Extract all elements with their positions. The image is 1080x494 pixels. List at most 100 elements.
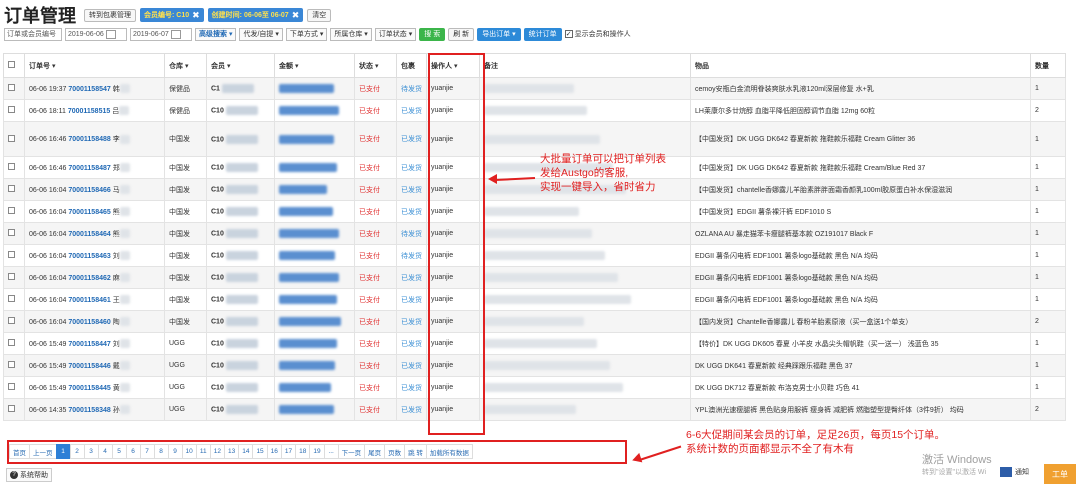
checkbox[interactable] bbox=[8, 361, 15, 368]
page-button-3[interactable]: 3 bbox=[83, 444, 99, 459]
order-status-dropdown[interactable]: 订单状态 ▾ bbox=[374, 27, 417, 41]
page-button-13[interactable]: 13 bbox=[223, 444, 240, 459]
package-cell[interactable]: 已发货 bbox=[396, 376, 427, 399]
row-select-cell[interactable] bbox=[3, 398, 25, 421]
calendar-icon[interactable] bbox=[170, 29, 181, 39]
pager-button[interactable]: 首页 bbox=[9, 444, 30, 459]
row-select-cell[interactable] bbox=[3, 354, 25, 377]
calendar-icon[interactable] bbox=[105, 29, 116, 39]
order-no-cell[interactable]: 06-06 19:37 70001158547 韩 bbox=[24, 77, 165, 100]
order-no-cell[interactable]: 06-06 15:49 70001158447 刘 bbox=[24, 332, 165, 355]
advanced-search-dropdown[interactable]: 高级搜索 ▾ bbox=[195, 27, 237, 41]
page-button-2[interactable]: 2 bbox=[69, 444, 85, 459]
table-row[interactable]: 06-06 15:49 70001158445 黄 UGG C10 已支付 已发货 yua… bbox=[3, 376, 1066, 399]
package-cell[interactable]: 已发货 bbox=[396, 310, 427, 333]
warehouse-dropdown[interactable]: 所属仓库 ▾ bbox=[330, 27, 372, 41]
pager-button[interactable]: 加载所有数据 bbox=[425, 444, 473, 459]
checkbox[interactable] bbox=[8, 317, 15, 324]
checkbox-checked-icon[interactable]: ✓ bbox=[564, 30, 573, 38]
order-number-link[interactable]: 70001158463 bbox=[68, 253, 110, 260]
row-select-cell[interactable] bbox=[3, 332, 25, 355]
checkbox[interactable] bbox=[8, 207, 15, 214]
table-row[interactable]: 06-06 16:04 70001158463 刘中国发 C10 已支付 待发货 yua… bbox=[3, 244, 1066, 267]
page-button-17[interactable]: 17 bbox=[280, 444, 297, 459]
order-number-link[interactable]: 70001158446 bbox=[68, 363, 110, 370]
table-row[interactable]: 06-06 18:11 70001158515 吕保健品 C10 已支付 已发货 yua… bbox=[3, 99, 1066, 122]
checkbox[interactable] bbox=[8, 273, 15, 280]
member-filter-chip[interactable]: 会员编号: C10 ✖ bbox=[140, 8, 204, 22]
checkbox[interactable] bbox=[8, 61, 15, 68]
refresh-button[interactable]: 刷 新 bbox=[448, 27, 475, 41]
order-number-link[interactable]: 70001158465 bbox=[68, 209, 110, 216]
order-number-link[interactable]: 70001158447 bbox=[68, 341, 110, 348]
checkbox[interactable] bbox=[8, 84, 15, 91]
page-button-4[interactable]: 4 bbox=[97, 444, 113, 459]
table-row[interactable]: 06-06 16:04 70001158461 王中国发 C10 已支付 已发货 yua… bbox=[3, 288, 1066, 311]
checkbox[interactable] bbox=[8, 229, 15, 236]
page-button-19[interactable]: 19 bbox=[309, 444, 325, 459]
table-row[interactable]: 06-06 15:49 70001158446 戴 UGG C10 已支付 已发货 yua… bbox=[3, 354, 1066, 377]
page-button-11[interactable]: 11 bbox=[195, 444, 211, 459]
package-cell[interactable]: 已发货 bbox=[396, 121, 427, 157]
checkbox[interactable] bbox=[8, 383, 15, 390]
row-select-cell[interactable] bbox=[3, 222, 25, 245]
page-button-14[interactable]: 14 bbox=[238, 444, 254, 459]
pager-button[interactable]: 上一页 bbox=[29, 444, 57, 459]
page-button-12[interactable]: 12 bbox=[209, 444, 225, 459]
page-button-10[interactable]: 10 bbox=[181, 444, 197, 459]
table-row[interactable]: 06-06 14:35 70001158348 孙 UGG C10 已支付 已发货 yua… bbox=[3, 398, 1066, 421]
work-order-button[interactable]: 工单 bbox=[1044, 464, 1076, 484]
col-status[interactable]: 状态 ▾ bbox=[354, 53, 397, 78]
page-button-5[interactable]: 5 bbox=[111, 444, 127, 459]
package-cell[interactable]: 待发货 bbox=[396, 244, 427, 267]
page-button-15[interactable]: 15 bbox=[252, 444, 268, 459]
order-number-link[interactable]: 70001158445 bbox=[68, 385, 110, 392]
checkbox[interactable] bbox=[8, 251, 15, 258]
table-row[interactable]: 06-06 15:49 70001158447 刘 UGG C10 已支付 已发货 yua… bbox=[3, 332, 1066, 355]
order-no-cell[interactable]: 06-06 16:04 70001158461 王 bbox=[24, 288, 165, 311]
checkbox[interactable] bbox=[8, 339, 15, 346]
order-number-link[interactable]: 70001158466 bbox=[68, 187, 110, 194]
page-button-6[interactable]: 6 bbox=[125, 444, 141, 459]
package-cell[interactable]: 已发货 bbox=[396, 266, 427, 289]
order-number-link[interactable]: 70001158515 bbox=[68, 108, 110, 115]
order-no-cell[interactable]: 06-06 16:04 70001158460 陶 bbox=[24, 310, 165, 333]
row-select-cell[interactable] bbox=[3, 178, 25, 201]
row-select-cell[interactable] bbox=[3, 121, 25, 157]
table-row[interactable]: 06-06 16:04 70001158465 熊中国发 C10 已支付 已发货 yua… bbox=[3, 200, 1066, 223]
row-select-cell[interactable] bbox=[3, 266, 25, 289]
package-cell[interactable]: 待发货 bbox=[396, 77, 427, 100]
package-cell[interactable]: 已发货 bbox=[396, 398, 427, 421]
page-button-18[interactable]: 18 bbox=[295, 444, 311, 459]
row-select-cell[interactable] bbox=[3, 99, 25, 122]
page-button-8[interactable]: 8 bbox=[153, 444, 169, 459]
table-row[interactable]: 06-06 16:04 70001158464 熊中国发 C10 已支付 待发货 yua… bbox=[3, 222, 1066, 245]
time-filter-chip[interactable]: 创建时间: 06-06至 06-07 ✖ bbox=[207, 8, 304, 22]
table-row[interactable]: 06-06 16:04 70001158462 麻中国发 C10 已支付 已发货 yua… bbox=[3, 266, 1066, 289]
table-row[interactable]: 06-06 16:46 70001158487 郑中国发 C10 已支付 已发货 yua… bbox=[3, 156, 1066, 179]
order-no-cell[interactable]: 06-06 16:04 70001158465 熊 bbox=[24, 200, 165, 223]
order-no-cell[interactable]: 06-06 16:04 70001158463 刘 bbox=[24, 244, 165, 267]
table-row[interactable]: 06-06 16:04 70001158460 陶中国发 C10 已支付 已发货 yua… bbox=[3, 310, 1066, 333]
checkbox[interactable] bbox=[8, 185, 15, 192]
package-cell[interactable]: 已发货 bbox=[396, 288, 427, 311]
order-no-cell[interactable]: 06-06 16:46 70001158488 李 bbox=[24, 121, 165, 157]
delivery-type-dropdown[interactable]: 代发/自提 ▾ bbox=[239, 27, 283, 41]
close-icon[interactable]: ✖ bbox=[292, 10, 300, 21]
row-select-cell[interactable] bbox=[3, 200, 25, 223]
table-row[interactable]: 06-06 16:46 70001158488 李中国发 C10 已支付 已发货 yua… bbox=[3, 121, 1066, 157]
show-member-checkbox[interactable]: ✓ 显示会员和操作人 bbox=[564, 29, 631, 39]
order-no-cell[interactable]: 06-06 14:35 70001158348 孙 bbox=[24, 398, 165, 421]
col-amount[interactable]: 金额 ▾ bbox=[274, 53, 355, 78]
package-cell[interactable]: 已发货 bbox=[396, 178, 427, 201]
pager-button[interactable]: 尾页 bbox=[364, 444, 386, 459]
table-row[interactable]: 06-06 16:04 70001158466 马中国发 C10 已支付 已发货 yua… bbox=[3, 178, 1066, 201]
package-cell[interactable]: 已发货 bbox=[396, 354, 427, 377]
order-no-cell[interactable]: 06-06 15:49 70001158446 戴 bbox=[24, 354, 165, 377]
date-to-input[interactable]: 2019-06-07 bbox=[130, 27, 192, 41]
page-button-9[interactable]: 9 bbox=[167, 444, 183, 459]
row-select-cell[interactable] bbox=[3, 376, 25, 399]
system-help-button[interactable]: ? 系统帮助 bbox=[6, 468, 52, 482]
close-icon[interactable]: ✖ bbox=[192, 10, 200, 21]
checkbox[interactable] bbox=[8, 163, 15, 170]
